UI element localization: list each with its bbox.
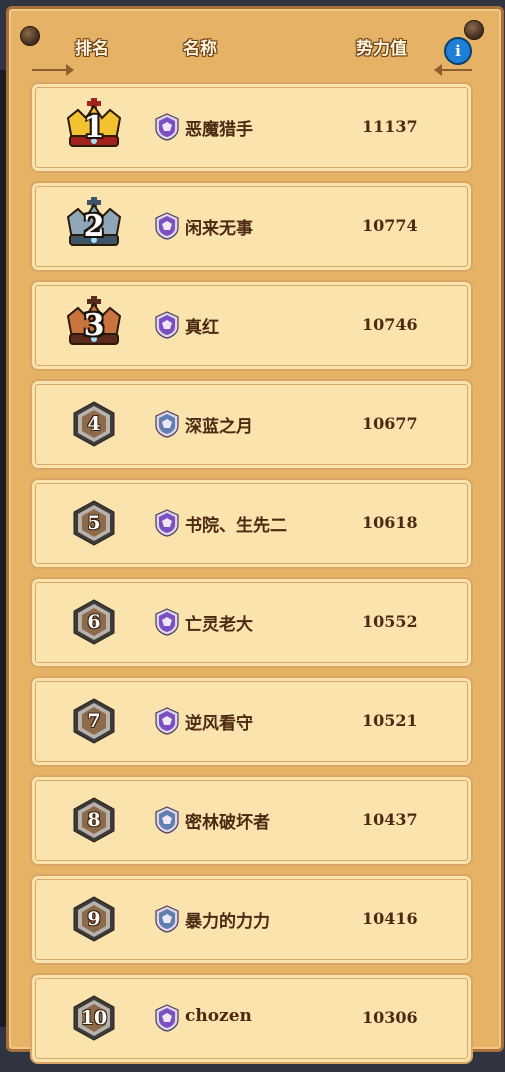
player-name: 恶魔猎手 [185, 120, 253, 140]
rank-number: 8 [87, 809, 101, 831]
player-name: 密林破坏者 [185, 813, 270, 833]
arrow-right-icon [66, 64, 74, 76]
player-name: 暴力的力力 [185, 912, 270, 932]
player-name: 深蓝之月 [185, 417, 253, 437]
leaderboard-row[interactable]: 10 chozen 10306 [30, 973, 473, 1064]
guild-emblem-icon [154, 608, 180, 636]
leaderboard-row[interactable]: 1 恶魔猎手 11137 [30, 82, 473, 173]
leaderboard-row[interactable]: 8 密林破坏者 10437 [30, 775, 473, 866]
guild-emblem-icon [154, 509, 180, 537]
player-name: chozen [185, 1006, 252, 1026]
guild-emblem-icon [154, 410, 180, 438]
leaderboard-row[interactable]: 4 深蓝之月 10677 [30, 379, 473, 470]
power-value: 10306 [362, 1008, 418, 1027]
power-column-header: 势力值 [356, 39, 407, 59]
rank-number: 9 [87, 908, 101, 930]
guild-emblem-icon [154, 311, 180, 339]
rank-number: 4 [87, 413, 101, 435]
arrow-left-icon [434, 64, 442, 76]
leaderboard-row[interactable]: 2 闲来无事 10774 [30, 181, 473, 272]
rank-number: 6 [87, 611, 101, 633]
name-column-header: 名称 [183, 39, 217, 59]
power-value: 10521 [362, 711, 418, 730]
leaderboard-row[interactable]: 7 逆风看守 10521 [30, 676, 473, 767]
guild-emblem-icon [154, 707, 180, 735]
power-value: 10416 [362, 909, 418, 928]
leaderboard-list: 1 恶魔猎手 11137 2 闲来无事 10774 3 真红 10746 4 深蓝之月… [30, 82, 473, 1072]
guild-emblem-icon [154, 212, 180, 240]
player-name: 真红 [185, 318, 219, 338]
guild-emblem-icon [154, 905, 180, 933]
rank-number: 10 [80, 1007, 108, 1029]
player-name: 闲来无事 [185, 219, 253, 239]
power-value: 10437 [362, 810, 418, 829]
guild-emblem-icon [154, 113, 180, 141]
rank-column-header: 排名 [75, 39, 109, 59]
leaderboard-row[interactable]: 9 暴力的力力 10416 [30, 874, 473, 965]
player-name: 逆风看守 [185, 714, 253, 734]
guild-emblem-icon [154, 1004, 180, 1032]
leaderboard-header: 排名 名称 势力值 [20, 34, 480, 64]
leaderboard-row[interactable]: 5 书院、生先二 10618 [30, 478, 473, 569]
rank-number: 7 [87, 710, 101, 732]
rank-number: 5 [87, 512, 101, 534]
power-value: 10774 [362, 216, 418, 235]
power-value: 10618 [362, 513, 418, 532]
rank-number: 1 [83, 110, 105, 145]
power-value: 10677 [362, 414, 418, 433]
power-value: 11137 [362, 117, 418, 136]
player-name: 亡灵老大 [185, 615, 253, 635]
info-icon[interactable]: i [444, 37, 472, 65]
player-name: 书院、生先二 [185, 516, 287, 536]
power-value: 10746 [362, 315, 418, 334]
leaderboard-row[interactable]: 3 真红 10746 [30, 280, 473, 371]
leaderboard-row[interactable]: 6 亡灵老大 10552 [30, 577, 473, 668]
rank-number: 3 [83, 308, 105, 343]
guild-emblem-icon [154, 806, 180, 834]
rank-number: 2 [83, 209, 105, 244]
header-divider-left [32, 69, 70, 71]
power-value: 10552 [362, 612, 418, 631]
